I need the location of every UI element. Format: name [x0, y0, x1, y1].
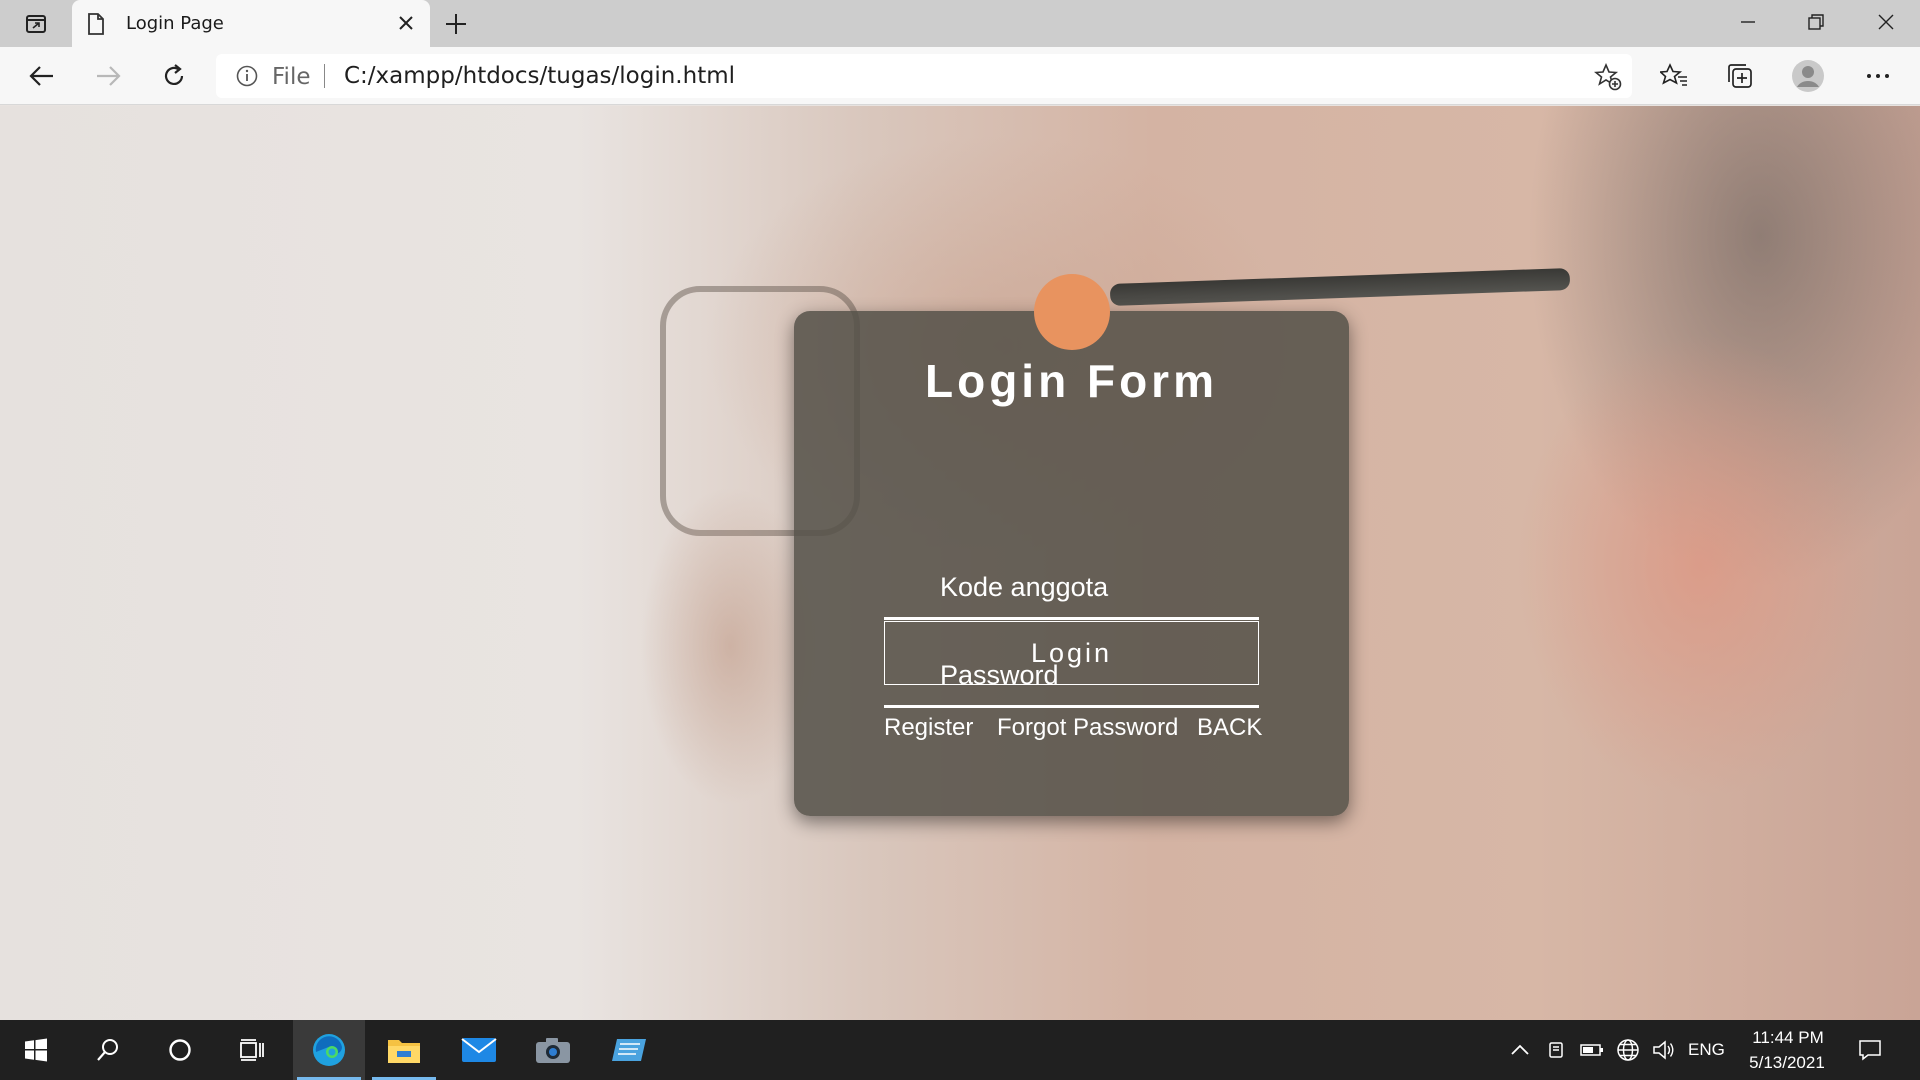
username-field[interactable]: Kode anggota — [884, 554, 1259, 620]
address-separator — [324, 64, 325, 88]
avatar-icon — [1792, 60, 1824, 92]
taskbar-edge-button[interactable] — [293, 1020, 365, 1080]
browser-toolbar: File C:/xampp/htdocs/tugas/login.html — [0, 47, 1920, 105]
windows-taskbar: ENG 11:44 PM 5/13/2021 — [0, 1020, 1920, 1080]
login-button[interactable]: Login — [884, 621, 1259, 685]
tab-login-page[interactable]: Login Page — [72, 0, 430, 47]
clock-time[interactable]: 11:44 PM — [1750, 1028, 1826, 1048]
battery-button[interactable] — [1576, 1020, 1608, 1080]
tab-actions-icon — [26, 15, 46, 33]
start-button[interactable] — [0, 1020, 72, 1080]
back-link[interactable]: BACK — [1197, 714, 1262, 742]
camera-icon — [536, 1038, 570, 1063]
collections-icon — [1728, 64, 1752, 88]
favorites-button[interactable] — [1656, 59, 1692, 93]
notepad-app-icon — [612, 1039, 646, 1061]
back-button[interactable] — [24, 59, 60, 93]
register-link[interactable]: Register — [884, 714, 973, 742]
clock-date[interactable]: 5/13/2021 — [1742, 1053, 1832, 1073]
address-scheme: File — [272, 64, 311, 90]
profile-button[interactable] — [1790, 59, 1826, 93]
settings-menu-button[interactable] — [1860, 59, 1896, 93]
tray-device-button[interactable] — [1540, 1020, 1572, 1080]
edge-browser-icon — [313, 1034, 345, 1066]
windows-logo-icon — [25, 1038, 47, 1062]
cortana-button[interactable] — [144, 1020, 216, 1080]
close-window-button[interactable] — [1866, 8, 1906, 36]
search-icon — [97, 1039, 118, 1061]
collections-button[interactable] — [1722, 59, 1758, 93]
new-tab-button[interactable] — [442, 10, 470, 38]
tab-title: Login Page — [126, 13, 224, 34]
restore-button[interactable] — [1796, 8, 1836, 36]
input-language-indicator[interactable]: ENG — [1688, 1040, 1725, 1060]
taskbar-file-explorer-button[interactable] — [368, 1020, 440, 1080]
plus-icon — [446, 14, 466, 34]
taskbar-camera-button[interactable] — [517, 1020, 589, 1080]
taskbar-mail-button[interactable] — [443, 1020, 515, 1080]
close-icon — [399, 16, 413, 30]
folder-icon — [388, 1040, 420, 1063]
forgot-password-link[interactable]: Forgot Password — [997, 714, 1178, 742]
info-icon[interactable] — [236, 65, 258, 87]
speaker-icon — [1653, 1040, 1674, 1060]
star-add-icon — [1594, 63, 1622, 91]
globe-icon — [1617, 1039, 1639, 1061]
minimize-icon — [1741, 21, 1755, 23]
refresh-icon — [164, 64, 184, 85]
background-nose-shadow — [640, 486, 820, 806]
browser-tab-strip: Login Page — [0, 0, 1920, 47]
address-url[interactable]: C:/xampp/htdocs/tugas/login.html — [344, 63, 735, 89]
device-icon — [1549, 1042, 1563, 1058]
task-view-icon — [240, 1039, 264, 1061]
notification-icon — [1859, 1040, 1881, 1061]
taskbar-search-button[interactable] — [72, 1020, 144, 1080]
tab-actions-button[interactable] — [18, 10, 54, 38]
task-view-button[interactable] — [216, 1020, 288, 1080]
refresh-button[interactable] — [156, 59, 192, 93]
arrow-left-icon — [29, 66, 53, 86]
volume-button[interactable] — [1648, 1020, 1680, 1080]
mail-icon — [461, 1038, 497, 1062]
add-favorite-button[interactable] — [1594, 63, 1622, 91]
forward-button[interactable] — [90, 59, 126, 93]
tab-close-button[interactable] — [394, 11, 418, 35]
page-background: Login Form Kode anggota Password Login R… — [0, 106, 1920, 1020]
username-placeholder: Kode anggota — [940, 572, 1109, 602]
action-center-button[interactable] — [1850, 1020, 1890, 1080]
favorites-icon — [1660, 63, 1687, 86]
login-form-title: Login Form — [925, 355, 1218, 407]
restore-icon — [1808, 14, 1824, 30]
cortana-icon — [169, 1039, 191, 1061]
close-icon — [1878, 14, 1894, 30]
battery-icon — [1580, 1044, 1603, 1056]
more-options-icon — [1867, 74, 1889, 78]
arrow-right-icon — [97, 66, 121, 86]
chevron-up-icon — [1511, 1044, 1529, 1055]
address-bar[interactable]: File C:/xampp/htdocs/tugas/login.html — [216, 54, 1632, 98]
document-icon — [88, 13, 104, 35]
background-glasses-arm — [1109, 267, 1571, 307]
login-avatar-circle — [1034, 274, 1110, 350]
minimize-button[interactable] — [1728, 8, 1768, 36]
network-button[interactable] — [1612, 1020, 1644, 1080]
show-hidden-icons-button[interactable] — [1504, 1020, 1536, 1080]
taskbar-app-button[interactable] — [593, 1020, 665, 1080]
